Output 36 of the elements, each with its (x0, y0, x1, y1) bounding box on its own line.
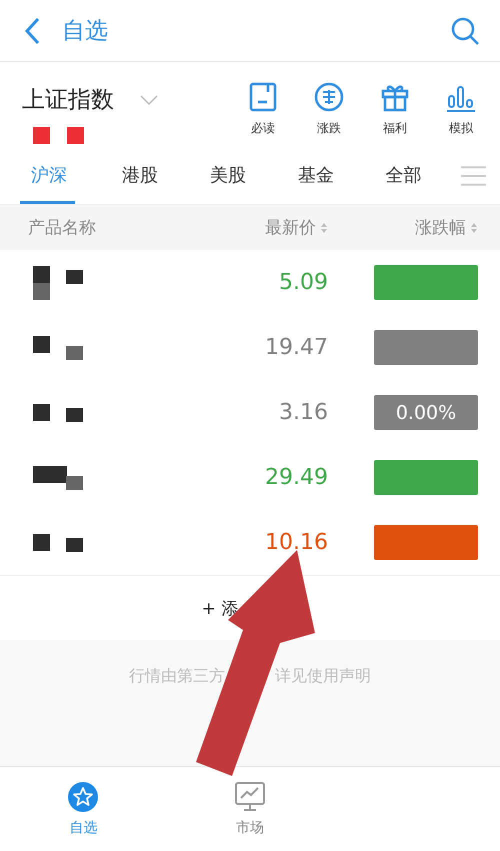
disclaimer-text: 详见使用声明 (275, 666, 371, 687)
censor-mosaic (33, 336, 83, 360)
add-stock-button[interactable]: + 添 (202, 596, 238, 620)
sort-icon[interactable] (320, 220, 328, 234)
price-cell-text: 3.16 (278, 400, 328, 425)
censor-mosaic (33, 404, 83, 422)
censor-mosaic (33, 466, 83, 490)
price-cell-text: 10.16 (264, 530, 328, 555)
censor-mosaic (33, 266, 83, 300)
page-title: 自选 (62, 17, 108, 46)
shortcut-button[interactable]: 福利 (372, 82, 418, 148)
back-icon[interactable] (24, 16, 40, 44)
shortcut-button[interactable]: 涨跌 (306, 82, 352, 148)
document-icon (248, 82, 278, 112)
disclaimer-text: 行情由第三方 (129, 666, 225, 687)
censor-mosaic (33, 127, 87, 145)
price-cell-text: 19.47 (264, 335, 328, 360)
price-cell-text: 29.49 (264, 465, 328, 490)
circle-badge-icon (314, 82, 344, 112)
index-name[interactable]: 上证指数 (22, 84, 114, 115)
market-tab[interactable]: 美股 (196, 148, 285, 204)
dropdown-icon[interactable] (140, 94, 158, 104)
nav-tab[interactable]: 市场 (234, 781, 266, 837)
sort-icon[interactable] (470, 220, 478, 234)
search-icon[interactable] (450, 16, 480, 46)
market-tab[interactable]: 基金 (284, 148, 373, 204)
shortcut-button[interactable]: 必读 (240, 82, 286, 148)
censor-mosaic (33, 534, 83, 552)
shortcut-button[interactable]: 模拟 (438, 82, 484, 148)
menu-icon[interactable] (460, 165, 486, 187)
change-badge: 0.00% (374, 395, 478, 430)
price-cell-text: 5.09 (278, 270, 328, 295)
market-tab[interactable]: 港股 (108, 148, 197, 204)
market-tab[interactable]: 全部 (372, 148, 461, 204)
monitor-chart-icon (234, 781, 266, 813)
column-header: 产品名称 (28, 217, 97, 239)
